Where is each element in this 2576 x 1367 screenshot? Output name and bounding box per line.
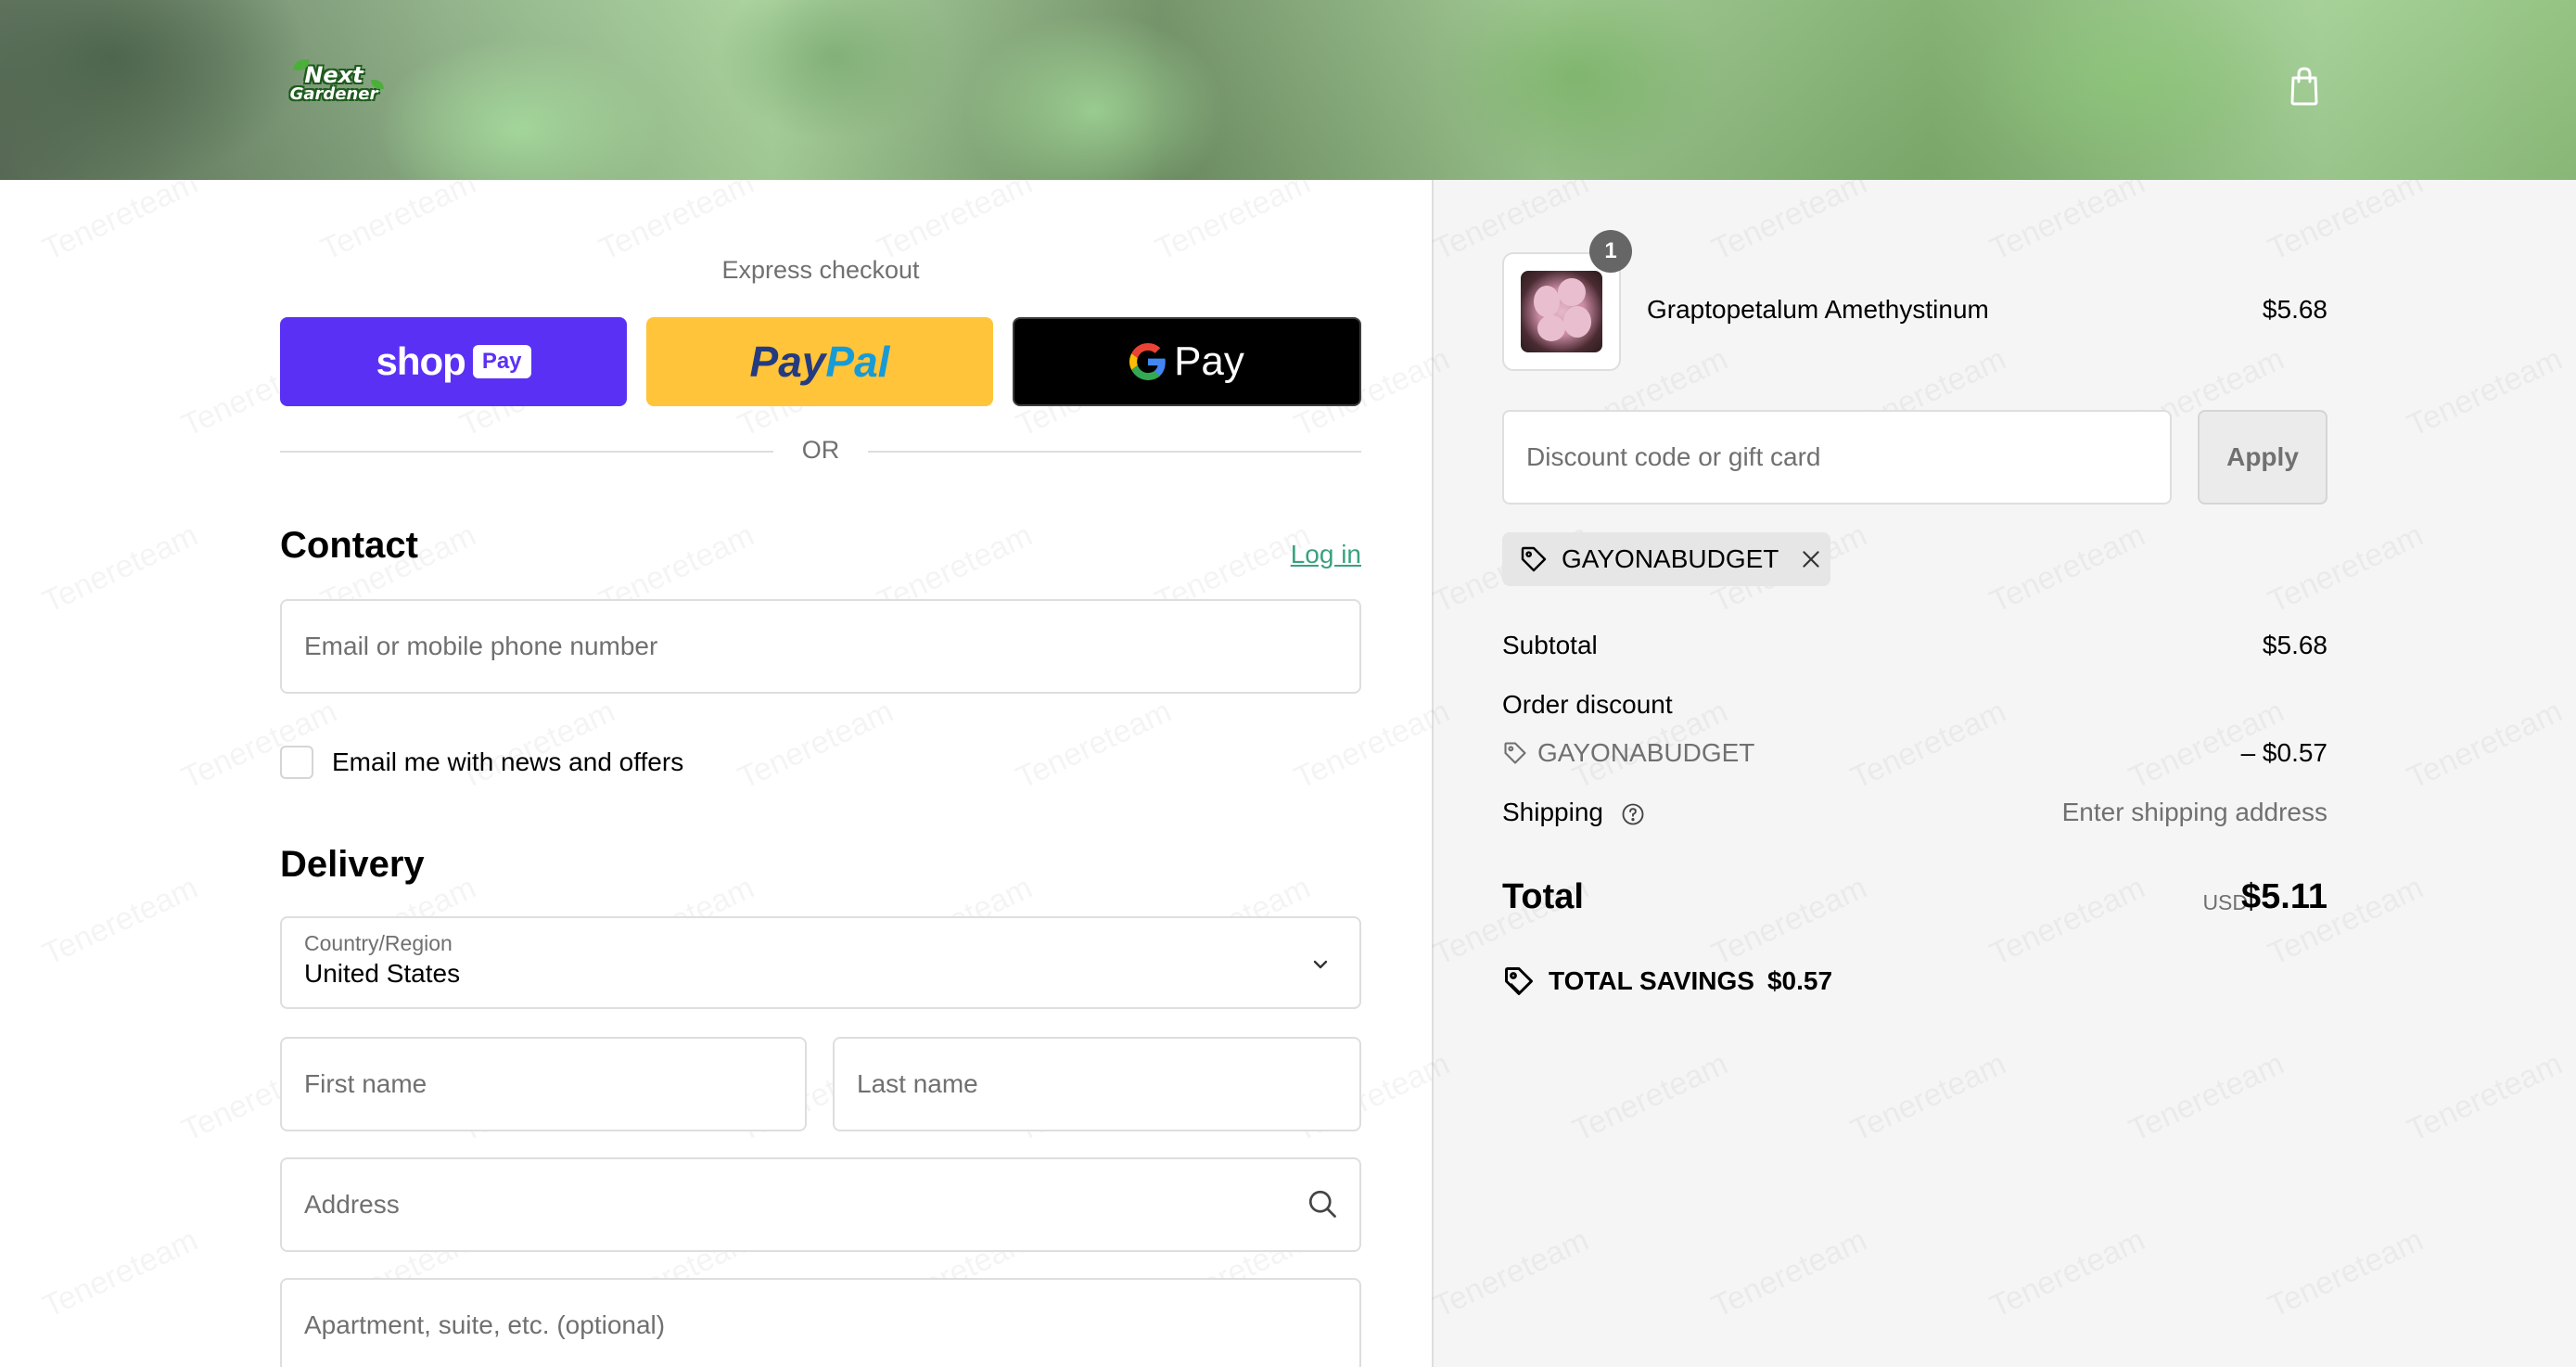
checkout-form: Express checkout shop Pay PayPal Pay OR …: [0, 180, 1432, 1367]
or-text: OR: [801, 436, 840, 464]
google-pay-button[interactable]: Pay: [1013, 317, 1361, 406]
paypal-button[interactable]: PayPal: [646, 317, 993, 406]
newsletter-label: Email me with news and offers: [332, 747, 684, 776]
apply-button[interactable]: Apply: [2198, 410, 2327, 505]
savings-value: $0.57: [1766, 966, 1833, 995]
chevron-down-icon: [1313, 960, 1328, 969]
or-divider: OR: [280, 436, 1361, 467]
apartment-input[interactable]: [304, 1280, 1359, 1367]
logo-line-2: Gardener: [289, 83, 378, 104]
last-name-field[interactable]: [833, 1037, 1361, 1131]
total-label: Total: [1502, 877, 1584, 916]
address-input[interactable]: [304, 1159, 1359, 1250]
discount-code-row: GAYONABUDGET: [1502, 738, 1754, 768]
search-icon[interactable]: [1306, 1187, 1339, 1220]
contact-title: Contact: [280, 525, 418, 566]
close-icon[interactable]: [1799, 547, 1823, 571]
first-name-field[interactable]: [280, 1037, 807, 1131]
subtotal-label: Subtotal: [1502, 631, 1598, 659]
logo-line-1: Next: [304, 62, 363, 89]
quantity-badge: 1: [1589, 230, 1632, 273]
email-field[interactable]: [280, 599, 1361, 694]
delivery-title: Delivery: [280, 844, 425, 885]
help-icon[interactable]: [1620, 801, 1646, 827]
total-savings: TOTAL SAVINGS $0.57: [1502, 965, 1832, 998]
header-banner: [0, 0, 2576, 180]
shop-pay-button[interactable]: shop Pay: [280, 317, 627, 406]
express-checkout-title: Express checkout: [721, 256, 920, 284]
country-value: United States: [304, 959, 461, 988]
applied-discount-code: GAYONABUDGET: [1562, 544, 1779, 573]
shipping-label-row: Shipping: [1502, 798, 1646, 827]
google-pay-label: Pay: [1174, 339, 1244, 384]
shipping-value: Enter shipping address: [2061, 798, 2327, 826]
tag-icon: [1521, 546, 1547, 572]
store-logo[interactable]: Next Gardener: [284, 57, 384, 109]
email-input[interactable]: [304, 601, 1359, 692]
total-value: $5.11: [2241, 877, 2327, 916]
product-name: Graptopetalum Amethystinum: [1647, 295, 1989, 324]
product-image: [1521, 271, 1602, 352]
subtotal-value: $5.68: [2262, 631, 2327, 659]
address-field[interactable]: [280, 1157, 1361, 1252]
login-link[interactable]: Log in: [1291, 540, 1361, 569]
savings-label: TOTAL SAVINGS: [1549, 966, 1754, 995]
shopping-bag-icon[interactable]: [2289, 65, 2320, 106]
shop-pay-wordmark: shop: [376, 339, 465, 383]
discount-code-text: GAYONABUDGET: [1537, 738, 1755, 767]
savings-tag-icon: [1505, 967, 1533, 995]
discount-code-field[interactable]: [1502, 410, 2172, 505]
paypal-wordmark: PayPal: [749, 338, 890, 386]
country-label: Country/Region: [304, 931, 453, 955]
shop-pay-pill: Pay: [472, 345, 531, 378]
country-select[interactable]: Country/Region United States: [280, 916, 1361, 1009]
order-discount-label: Order discount: [1502, 690, 1673, 719]
last-name-input[interactable]: [857, 1039, 1359, 1130]
product-price: $5.68: [2262, 295, 2327, 324]
newsletter-checkbox[interactable]: [280, 746, 313, 779]
applied-discount-chip: GAYONABUDGET: [1502, 532, 1830, 586]
shipping-label: Shipping: [1502, 798, 1603, 826]
google-g-icon: [1129, 343, 1166, 380]
discount-code-input[interactable]: [1526, 442, 2170, 472]
discount-value: – $0.57: [2240, 738, 2327, 767]
apartment-field[interactable]: [280, 1278, 1361, 1367]
tag-icon: [1504, 742, 1526, 764]
first-name-input[interactable]: [304, 1039, 805, 1130]
